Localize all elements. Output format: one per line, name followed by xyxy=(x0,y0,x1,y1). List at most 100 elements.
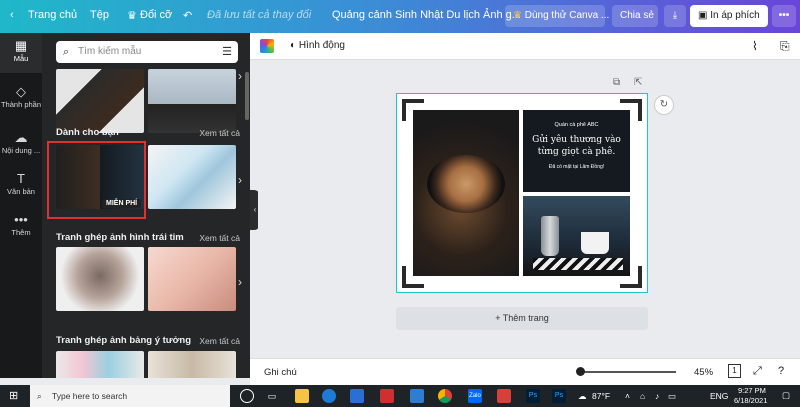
nav-item-text[interactable]: T Văn bản xyxy=(0,166,42,206)
add-page-button[interactable]: + Thêm trang xyxy=(396,307,648,330)
template-thumbnail[interactable] xyxy=(148,69,236,133)
store-icon[interactable] xyxy=(410,389,424,403)
animate-button[interactable]: ◐ Hình động xyxy=(290,40,345,51)
app-icon[interactable] xyxy=(497,389,511,403)
panel-scrollbar[interactable] xyxy=(245,72,249,120)
see-all-link[interactable]: Xem tất cả xyxy=(199,128,240,138)
more-icon: ••• xyxy=(14,212,28,227)
template-thumbnail[interactable] xyxy=(56,247,144,311)
section-title-moodboard-collage: Tranh ghép ảnh bảng ý tưởng xyxy=(56,335,192,346)
weather-temp[interactable]: 87°F xyxy=(592,391,610,401)
zoom-level[interactable]: 45% xyxy=(694,367,713,378)
text-icon: T xyxy=(17,171,25,186)
resize-menu[interactable]: Đổi cỡ xyxy=(140,9,172,21)
saved-status: Đã lưu tất cả thay đổi xyxy=(207,9,312,21)
poster-headline: Gửi yêu thương vào từng giọt cà phê. xyxy=(532,135,621,157)
duplicate-page-icon[interactable]: ⧉ xyxy=(613,77,620,88)
filter-icon[interactable]: ☰ xyxy=(222,41,232,63)
page-count-button[interactable]: 1 xyxy=(728,364,741,378)
back-chevron-icon[interactable]: ‹ xyxy=(10,9,14,21)
paint-roller-icon[interactable]: ⌇ xyxy=(752,39,758,53)
file-menu[interactable]: Tệp xyxy=(90,9,109,21)
download-icon[interactable]: ⤓ xyxy=(664,5,686,27)
help-icon[interactable]: ? xyxy=(778,365,784,377)
search-icon: ⌕ xyxy=(63,46,70,58)
mail-icon[interactable] xyxy=(350,389,364,403)
media-icon[interactable] xyxy=(380,389,394,403)
clock-time[interactable]: 9:27 PM xyxy=(738,386,766,395)
nav-item-uploads[interactable]: ☁ Nội dung ... xyxy=(0,125,42,165)
template-thumbnail[interactable] xyxy=(56,69,144,133)
file-explorer-icon[interactable] xyxy=(295,389,309,403)
template-thumbnail[interactable] xyxy=(148,247,236,311)
template-icon: ▦ xyxy=(14,38,28,53)
design-title[interactable]: Quảng cảnh Sinh Nhật Du lịch Ảnh g... xyxy=(332,9,521,21)
more-options-button[interactable]: ••• xyxy=(772,5,796,27)
upload-icon: ☁ xyxy=(14,130,28,145)
animate-icon: ◐ xyxy=(290,40,297,51)
zalo-icon[interactable]: Zalo xyxy=(468,389,482,403)
zoom-slider-handle[interactable] xyxy=(576,367,585,376)
battery-icon[interactable]: ▭ xyxy=(668,391,676,402)
language-indicator[interactable]: ENG xyxy=(710,391,728,401)
network-icon[interactable]: ⌂ xyxy=(640,391,645,401)
top-bar: ‹ Trang chủ Tệp ♛ Đổi cỡ ↶ Đã lưu tất cả… xyxy=(0,0,800,33)
shop-name: Quán cà phê ABC xyxy=(554,122,599,128)
chevron-right-icon[interactable]: › xyxy=(238,69,242,83)
selected-template-outline xyxy=(47,141,146,219)
print-poster-button[interactable]: ▣ In áp phích xyxy=(690,5,768,27)
see-all-link[interactable]: Xem tất cả xyxy=(199,336,240,346)
see-all-link[interactable]: Xem tất cả xyxy=(199,233,240,243)
add-page-icon[interactable]: ⇱ xyxy=(634,77,642,88)
zoom-slider-track[interactable] xyxy=(578,371,676,373)
taskbar-search-input[interactable]: ⌕ Type here to search xyxy=(30,385,230,407)
weather-icon: ☁ xyxy=(578,391,587,401)
windows-start-icon[interactable]: ⊞ xyxy=(9,389,18,402)
undo-icon[interactable]: ↶ xyxy=(183,9,192,22)
share-button[interactable]: Chia sẻ xyxy=(612,5,658,27)
chevron-right-icon[interactable]: › xyxy=(238,275,242,289)
coffee-mug-image xyxy=(581,232,609,254)
try-canva-pro-button[interactable]: ♛ Dùng thử Canva ... xyxy=(505,5,609,27)
chrome-icon[interactable] xyxy=(438,389,452,403)
cortana-icon[interactable] xyxy=(240,389,254,403)
template-thumbnail[interactable] xyxy=(148,145,236,209)
latte-art-image xyxy=(427,155,505,213)
volume-icon[interactable]: ♪ xyxy=(655,391,659,401)
editor-bottom-bar: Ghi chú 45% 1 ⤢ ? xyxy=(250,358,800,385)
photoshop-icon[interactable]: Ps xyxy=(552,389,566,403)
nav-item-templates[interactable]: ▦ Mẫu xyxy=(0,33,42,73)
nav-item-more[interactable]: ••• Thêm xyxy=(0,207,42,247)
section-title-for-you: Dành cho bạn xyxy=(56,127,119,138)
elements-icon: ◇ xyxy=(16,84,26,99)
copy-style-icon[interactable]: ⎘ xyxy=(780,39,790,54)
print-icon: ▣ xyxy=(698,10,708,21)
fullscreen-icon[interactable]: ⤢ xyxy=(753,365,762,378)
coffee-pot-photo[interactable] xyxy=(523,196,630,276)
home-link[interactable]: Trang chủ xyxy=(28,9,77,21)
refresh-icon[interactable]: ↻ xyxy=(654,95,674,115)
moka-pot-image xyxy=(541,216,559,256)
color-picker-icon[interactable] xyxy=(260,39,274,53)
chevron-right-icon[interactable]: › xyxy=(238,173,242,187)
edge-icon[interactable] xyxy=(322,389,336,403)
notification-icon[interactable]: ▢ xyxy=(782,390,790,401)
notes-button[interactable]: Ghi chú xyxy=(264,367,297,378)
template-thumbnail[interactable] xyxy=(56,351,144,378)
editor-toolbar: ◐ Hình động ⌇ ⎘ xyxy=(250,33,800,60)
search-icon: ⌕ xyxy=(37,391,42,401)
poster-text-box[interactable]: Quán cà phê ABC Gửi yêu thương vào từng … xyxy=(523,110,630,192)
template-thumbnail[interactable] xyxy=(148,351,236,378)
crown-icon: ♛ xyxy=(513,10,522,21)
section-title-heart-collage: Tranh ghép ảnh hình trái tim xyxy=(56,232,184,243)
clock-date[interactable]: 6/18/2021 xyxy=(734,396,767,405)
windows-taskbar: ⊞ ⌕ Type here to search ▭ Zalo Ps Ps ☁ 8… xyxy=(0,385,800,407)
left-nav: ▦ Mẫu ◇ Thành phần ☁ Nội dung ... T Văn … xyxy=(0,33,42,378)
tray-up-icon[interactable]: ˄ xyxy=(625,391,630,401)
nav-item-elements[interactable]: ◇ Thành phần xyxy=(0,79,42,119)
photoshop-icon[interactable]: Ps xyxy=(526,389,540,403)
poster-subline: Đã có mặt tại Lâm Đồng! xyxy=(548,164,605,170)
striped-cloth-image xyxy=(533,258,623,270)
task-view-icon[interactable]: ▭ xyxy=(265,389,279,403)
template-search-input[interactable]: ⌕ Tìm kiếm mẫu ☰ xyxy=(56,41,238,63)
